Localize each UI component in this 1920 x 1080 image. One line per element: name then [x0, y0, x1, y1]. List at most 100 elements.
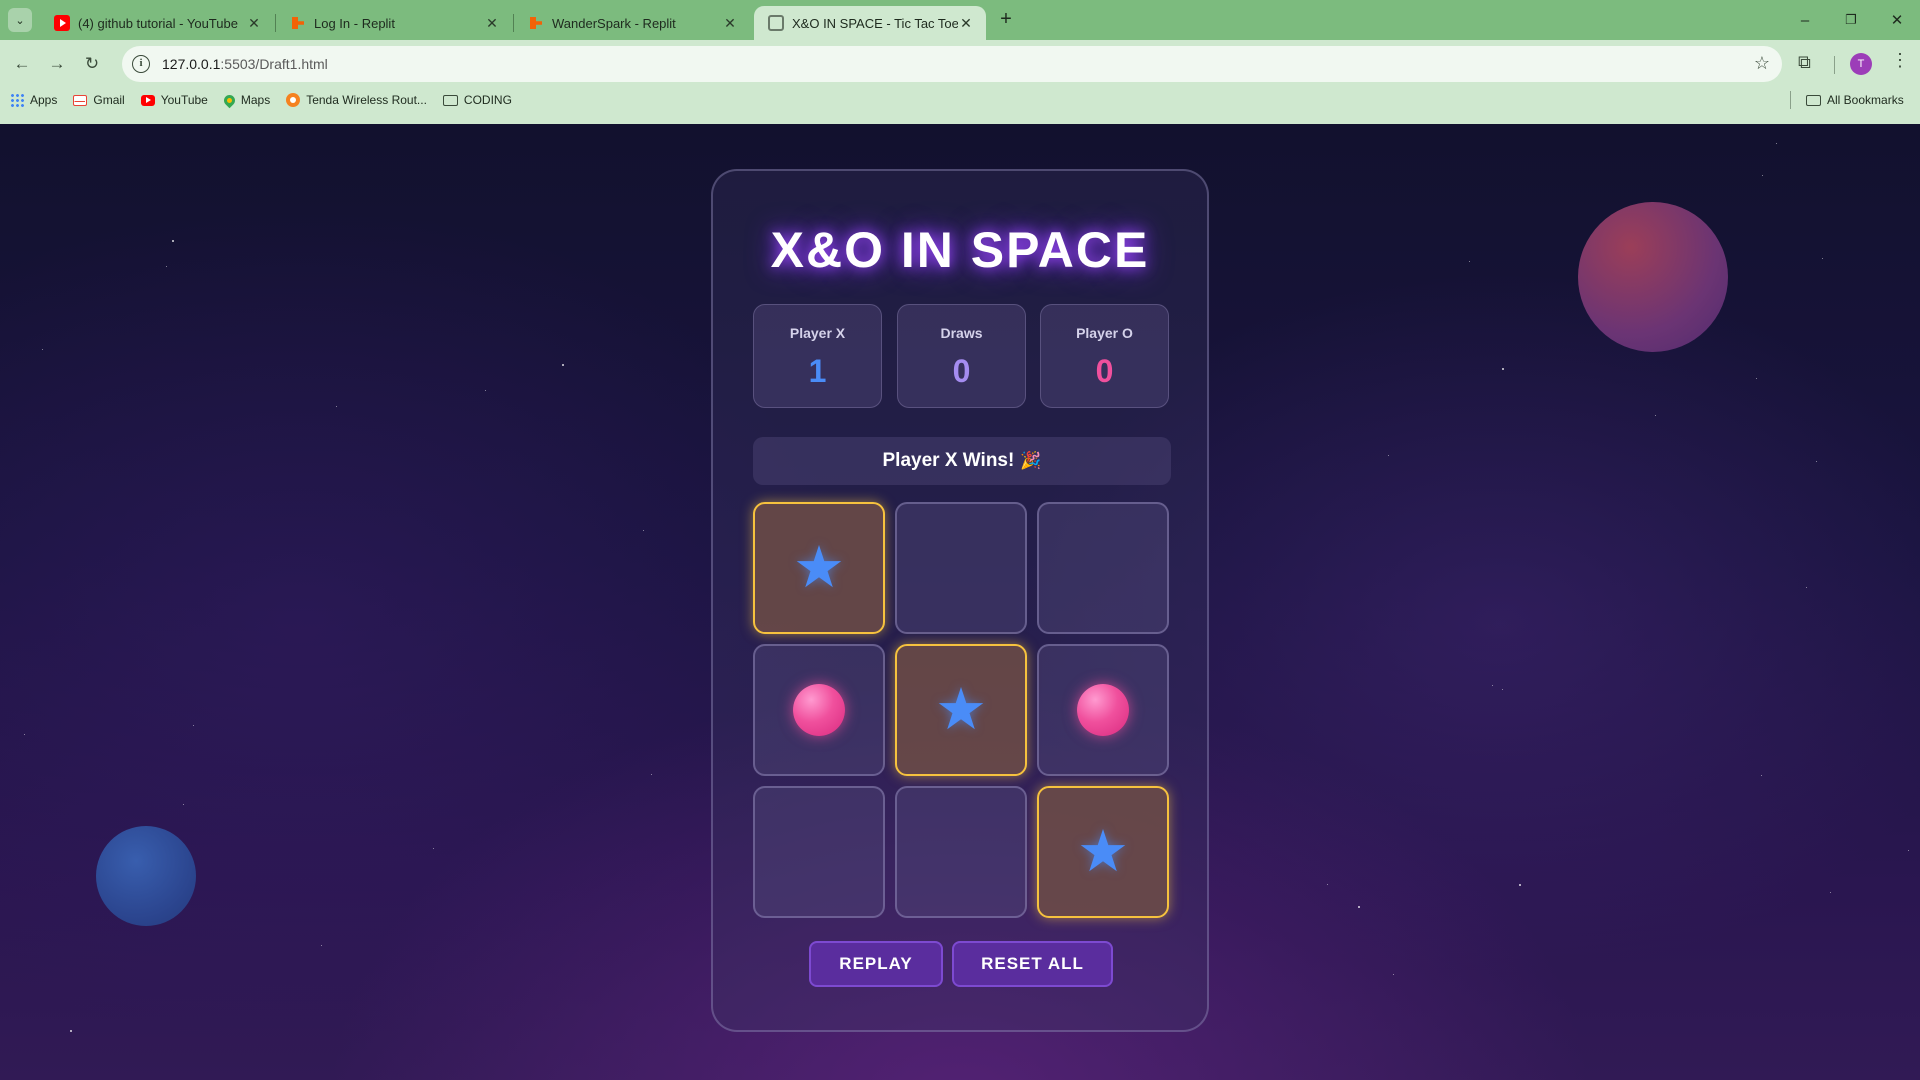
address-bar[interactable]: i 127.0.0.1:5503/Draft1.html ☆	[122, 46, 1782, 82]
maps-icon	[221, 92, 238, 108]
tab-xo-in-space[interactable]: X&O IN SPACE - Tic Tac Toe ✕	[754, 6, 986, 40]
folder-icon	[442, 94, 458, 106]
site-info-icon[interactable]: i	[132, 55, 150, 73]
star-dot	[1908, 850, 1909, 851]
close-icon[interactable]: ✕	[722, 15, 738, 31]
board-cell-9[interactable]: ★	[1037, 786, 1169, 918]
star-dot	[1806, 587, 1807, 588]
star-dot	[321, 945, 322, 946]
bookmark-coding-folder[interactable]: CODING	[442, 93, 512, 107]
score-label: Draws	[940, 325, 983, 341]
gmail-icon	[73, 94, 88, 106]
board-cell-6[interactable]	[1037, 644, 1169, 776]
window-close-button[interactable]: ✕	[1874, 0, 1920, 40]
menu-kebab-icon[interactable]: ⋮	[1891, 50, 1909, 71]
tab-search-button[interactable]: ⌄	[8, 8, 32, 32]
reset-all-button[interactable]: RESET ALL	[952, 941, 1113, 987]
star-dot	[42, 349, 43, 350]
star-dot	[1816, 461, 1817, 462]
star-dot	[1756, 378, 1757, 379]
all-bookmarks-button[interactable]: All Bookmarks	[1806, 89, 1904, 111]
bookmark-tenda[interactable]: Tenda Wireless Rout...	[286, 93, 427, 107]
score-label: Player X	[789, 325, 846, 341]
tab-wanderspark[interactable]: WanderSpark - Replit ✕	[514, 6, 750, 40]
extensions-icon[interactable]: ⧉	[1798, 52, 1811, 73]
star-dot	[1655, 415, 1656, 416]
browser-tab-strip: ⌄ (4) github tutorial - YouTube ✕ Log In…	[0, 0, 1920, 40]
replay-button[interactable]: REPLAY	[809, 941, 943, 987]
profile-avatar[interactable]: T	[1850, 53, 1872, 75]
o-planet-mark	[793, 684, 845, 736]
score-value: 1	[808, 353, 827, 389]
game-panel: X&O IN SPACE Player X 1 Draws 0 Player O…	[711, 169, 1209, 1032]
reload-button[interactable]: ↻	[78, 50, 106, 78]
new-tab-button[interactable]: +	[994, 8, 1018, 32]
board-cell-7[interactable]	[753, 786, 885, 918]
star-dot	[485, 390, 486, 391]
replit-icon	[528, 15, 544, 31]
star-dot	[183, 804, 184, 805]
close-icon[interactable]: ✕	[484, 15, 500, 31]
star-dot	[1469, 261, 1470, 262]
star-dot	[1762, 175, 1763, 176]
board-cell-5[interactable]: ★	[895, 644, 1027, 776]
star-dot	[1761, 775, 1762, 776]
score-player-o: Player O 0	[1040, 304, 1169, 408]
star-dot	[1519, 884, 1521, 886]
chevron-down-icon: ⌄	[15, 14, 25, 27]
tab-title: WanderSpark - Replit	[552, 15, 676, 31]
bookmark-label: Gmail	[93, 93, 125, 107]
tab-replit-login[interactable]: Log In - Replit ✕	[276, 6, 512, 40]
star-dot	[1388, 455, 1389, 456]
board-cell-2[interactable]	[895, 502, 1027, 634]
board-cell-4[interactable]	[753, 644, 885, 776]
space-background: X&O IN SPACE Player X 1 Draws 0 Player O…	[0, 124, 1920, 1080]
forward-button[interactable]: →	[43, 50, 71, 78]
score-value: 0	[1095, 353, 1114, 389]
star-dot	[172, 240, 174, 242]
star-dot	[1327, 884, 1328, 885]
minimize-button[interactable]: –	[1782, 0, 1828, 40]
close-icon[interactable]: ✕	[958, 15, 974, 31]
bookmark-label: Maps	[240, 93, 271, 107]
bookmark-youtube[interactable]: YouTube	[140, 93, 208, 107]
star-dot	[643, 530, 644, 531]
star-dot	[1358, 906, 1360, 908]
restore-button[interactable]: ❐	[1828, 0, 1874, 40]
star-dot	[1830, 892, 1831, 893]
bookmark-label: YouTube	[160, 93, 208, 107]
arrow-right-icon: →	[48, 54, 66, 73]
bookmark-label: CODING	[463, 93, 512, 107]
bookmark-gmail[interactable]: Gmail	[73, 93, 125, 107]
tab-youtube[interactable]: (4) github tutorial - YouTube ✕	[40, 6, 274, 40]
folder-icon	[1806, 94, 1821, 106]
star-dot	[1502, 689, 1503, 690]
board-cell-3[interactable]	[1037, 502, 1169, 634]
bookmarks-bar: Apps Gmail YouTube Maps Tenda Wireless R…	[10, 89, 528, 111]
game-title: X&O IN SPACE	[770, 222, 1150, 278]
back-button[interactable]: ←	[8, 50, 36, 78]
star-dot	[24, 734, 25, 735]
bookmarks-separator	[1790, 91, 1791, 109]
close-icon[interactable]: ✕	[246, 15, 262, 31]
x-star-mark: ★	[935, 677, 987, 742]
x-star-mark: ★	[1077, 819, 1129, 884]
bookmark-maps[interactable]: Maps	[221, 92, 271, 108]
star-dot	[193, 725, 194, 726]
bookmark-apps[interactable]: Apps	[10, 93, 57, 107]
board-cell-1[interactable]: ★	[753, 502, 885, 634]
star-dot	[433, 848, 434, 849]
youtube-icon	[54, 15, 70, 31]
star-dot	[1502, 368, 1504, 370]
board-cell-8[interactable]	[895, 786, 1027, 918]
url-host: 127.0.0.1	[162, 56, 221, 72]
score-draws: Draws 0	[897, 304, 1026, 408]
star-dot	[651, 774, 652, 775]
star-dot	[1492, 685, 1493, 686]
tab-title: (4) github tutorial - YouTube	[78, 15, 238, 31]
replit-icon	[290, 15, 306, 31]
star-dot	[166, 266, 167, 267]
star-dot	[1822, 258, 1823, 259]
tab-title: X&O IN SPACE - Tic Tac Toe	[792, 15, 958, 31]
bookmark-star-icon[interactable]: ☆	[1754, 53, 1770, 74]
